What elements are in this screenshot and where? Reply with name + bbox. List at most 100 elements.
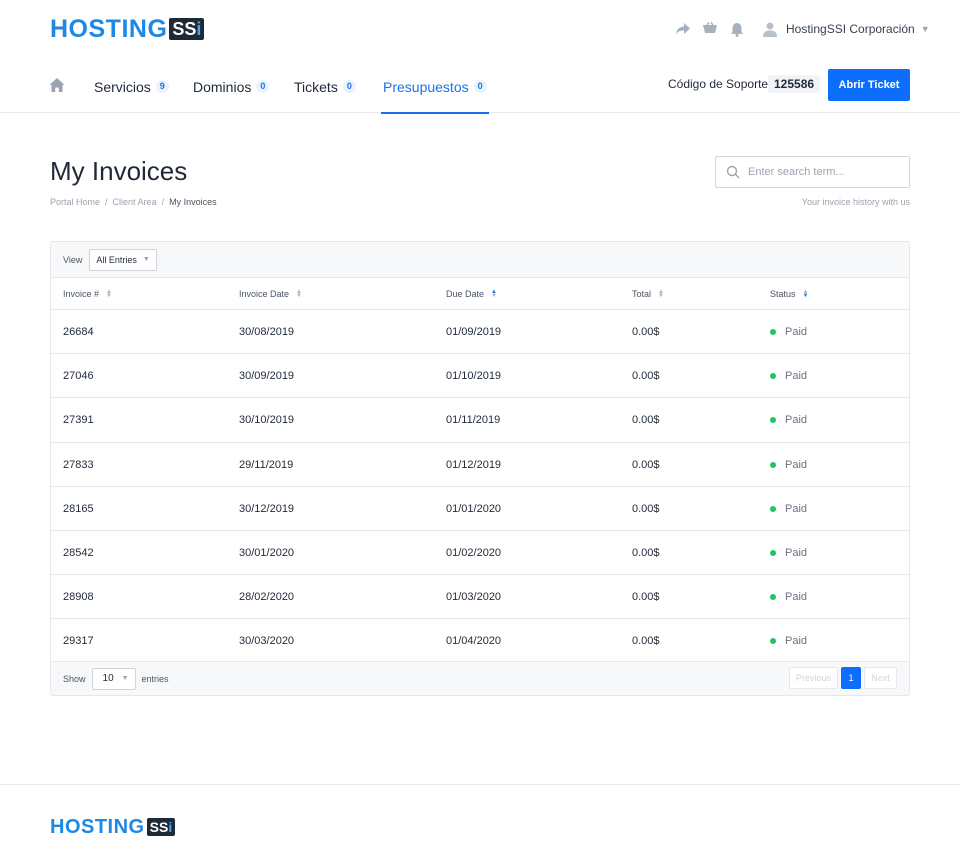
due-date: 01/04/2020 bbox=[446, 635, 502, 648]
table-toolbar: View All Entries ▼ bbox=[51, 242, 909, 278]
status-text: Paid bbox=[785, 635, 808, 648]
page-subtitle: Your invoice history with us bbox=[801, 197, 910, 207]
column-header-invoice[interactable]: Invoice # ▲ ▼ bbox=[63, 278, 112, 310]
invoice-total: 0.00$ bbox=[632, 546, 660, 559]
breadcrumb-client-area[interactable]: Client Area bbox=[113, 197, 157, 207]
column-header-due-date[interactable]: Due Date ▲ ▼ bbox=[446, 278, 497, 310]
table-row[interactable]: 28165 30/12/2019 01/01/2020 0.00$ Paid bbox=[51, 487, 909, 531]
nav-badge: 0 bbox=[473, 80, 487, 93]
status-dot-icon bbox=[770, 373, 776, 380]
invoice-total: 0.00$ bbox=[632, 635, 660, 648]
page-length-select[interactable]: 10 ▼ bbox=[91, 667, 136, 690]
status-badge: Paid bbox=[770, 398, 807, 442]
nav-label: Tickets bbox=[294, 78, 338, 95]
search-icon bbox=[726, 165, 740, 179]
breadcrumb: Portal Home / Client Area / My Invoices bbox=[50, 197, 217, 207]
status-text: Paid bbox=[785, 326, 808, 338]
invoice-date: 30/10/2019 bbox=[239, 414, 295, 427]
status-dot-icon bbox=[770, 417, 776, 424]
invoice-number: 26684 bbox=[63, 326, 94, 338]
invoice-total: 0.00$ bbox=[632, 458, 660, 471]
status-dot-icon bbox=[770, 594, 776, 601]
brand-logo[interactable]: HOSTING SSi bbox=[50, 15, 205, 43]
table-row[interactable]: 27391 30/10/2019 01/11/2019 0.00$ Paid bbox=[51, 398, 909, 443]
invoices-table: View All Entries ▼ Invoice # ▲ ▼ Invoice … bbox=[50, 241, 910, 696]
brand-box: SSi bbox=[146, 818, 176, 836]
bell-icon[interactable] bbox=[728, 20, 746, 38]
nav-item-tickets[interactable]: Tickets 0 bbox=[294, 60, 356, 113]
status-dot-icon bbox=[770, 638, 776, 645]
column-header-invoice-date[interactable]: Invoice Date ▲ ▼ bbox=[239, 278, 302, 310]
nav-badge: 0 bbox=[342, 80, 356, 93]
status-text: Paid bbox=[785, 591, 808, 604]
share-icon[interactable] bbox=[674, 20, 692, 38]
status-text: Paid bbox=[785, 414, 808, 427]
view-label: View bbox=[63, 254, 83, 265]
cart-icon[interactable] bbox=[701, 20, 719, 38]
invoice-number: 27046 bbox=[63, 370, 94, 383]
support-code-label: Código de Soporte: bbox=[668, 77, 772, 91]
invoice-date: 29/11/2019 bbox=[239, 458, 294, 471]
previous-page-button[interactable]: Previous bbox=[789, 667, 838, 689]
invoice-total: 0.00$ bbox=[632, 414, 660, 427]
table-row[interactable]: 28908 28/02/2020 01/03/2020 0.00$ Paid bbox=[51, 575, 909, 620]
table-row[interactable]: 28542 30/01/2020 01/02/2020 0.00$ Paid bbox=[51, 531, 909, 576]
nav-label: Servicios bbox=[94, 78, 151, 95]
table-row[interactable]: 26684 30/08/2019 01/09/2019 0.00$ Paid bbox=[51, 310, 909, 355]
top-bar: HOSTING SSi HostingSSI Corporación ▼ bbox=[0, 0, 960, 60]
nav-item-dominios[interactable]: Dominios 0 bbox=[193, 60, 270, 113]
sort-icon: ▲ ▼ bbox=[658, 289, 664, 299]
column-header-label: Invoice Date bbox=[239, 289, 290, 299]
chevron-down-icon: ▼ bbox=[920, 24, 930, 34]
due-date: 01/01/2020 bbox=[446, 502, 502, 515]
status-badge: Paid bbox=[770, 310, 807, 354]
view-filter-select[interactable]: All Entries ▼ bbox=[89, 248, 157, 271]
next-page-button[interactable]: Next bbox=[864, 667, 897, 689]
nav-item-servicios[interactable]: Servicios 9 bbox=[94, 60, 169, 113]
invoice-date: 30/01/2020 bbox=[239, 546, 295, 559]
page-1-button[interactable]: 1 bbox=[841, 667, 861, 689]
home-icon[interactable] bbox=[49, 77, 65, 93]
invoice-number: 27391 bbox=[63, 414, 94, 427]
due-date: 01/03/2020 bbox=[446, 591, 502, 604]
status-dot-icon bbox=[770, 505, 776, 512]
status-badge: Paid bbox=[770, 619, 807, 663]
invoice-number: 28908 bbox=[63, 591, 94, 604]
invoice-date: 30/09/2019 bbox=[239, 370, 295, 383]
status-badge: Paid bbox=[770, 487, 807, 531]
user-icon bbox=[763, 22, 777, 37]
invoice-date: 30/03/2020 bbox=[239, 635, 295, 648]
status-badge: Paid bbox=[770, 531, 807, 575]
column-header-label: Total bbox=[632, 289, 652, 299]
table-row[interactable]: 29317 30/03/2020 01/04/2020 0.00$ Paid bbox=[51, 619, 909, 664]
column-header-total[interactable]: Total ▲ ▼ bbox=[632, 278, 664, 310]
status-badge: Paid bbox=[770, 575, 807, 619]
footer-logo[interactable]: HOSTING SSi bbox=[50, 815, 176, 838]
due-date: 01/11/2019 bbox=[446, 414, 501, 427]
breadcrumb-current: My Invoices bbox=[169, 197, 217, 207]
brand-word: HOSTING bbox=[50, 815, 145, 838]
nav-label: Presupuestos bbox=[383, 78, 469, 95]
table-footer: Show 10 ▼ entries Previous 1 Next bbox=[51, 661, 909, 695]
column-header-status[interactable]: Status ▲ ▼ bbox=[770, 278, 808, 310]
open-ticket-button[interactable]: Abrir Ticket bbox=[828, 69, 910, 101]
nav-label: Dominios bbox=[193, 78, 252, 95]
invoice-date: 30/12/2019 bbox=[239, 502, 295, 515]
sort-asc-icon: ▲ ▼ bbox=[491, 289, 497, 299]
brand-box-i: i bbox=[196, 19, 202, 39]
brand-box-i: i bbox=[168, 819, 173, 835]
search-input[interactable] bbox=[748, 166, 898, 178]
due-date: 01/09/2019 bbox=[446, 326, 502, 338]
user-menu[interactable]: HostingSSI Corporación ▼ bbox=[762, 20, 930, 38]
breadcrumb-portal-home[interactable]: Portal Home bbox=[50, 197, 100, 207]
sort-desc-icon: ▲ ▼ bbox=[802, 289, 809, 299]
status-badge: Paid bbox=[770, 443, 807, 487]
nav-item-presupuestos[interactable]: Presupuestos 0 bbox=[381, 60, 489, 114]
table-row[interactable]: 27833 29/11/2019 01/12/2019 0.00$ Paid bbox=[51, 443, 909, 487]
table-row[interactable]: 27046 30/09/2019 01/10/2019 0.00$ Paid bbox=[51, 354, 909, 399]
sort-icon: ▲ ▼ bbox=[106, 289, 112, 299]
column-header-label: Due Date bbox=[446, 289, 485, 299]
breadcrumb-separator: / bbox=[105, 197, 108, 207]
search-box[interactable] bbox=[715, 156, 910, 188]
brand-box: SSi bbox=[169, 18, 205, 40]
